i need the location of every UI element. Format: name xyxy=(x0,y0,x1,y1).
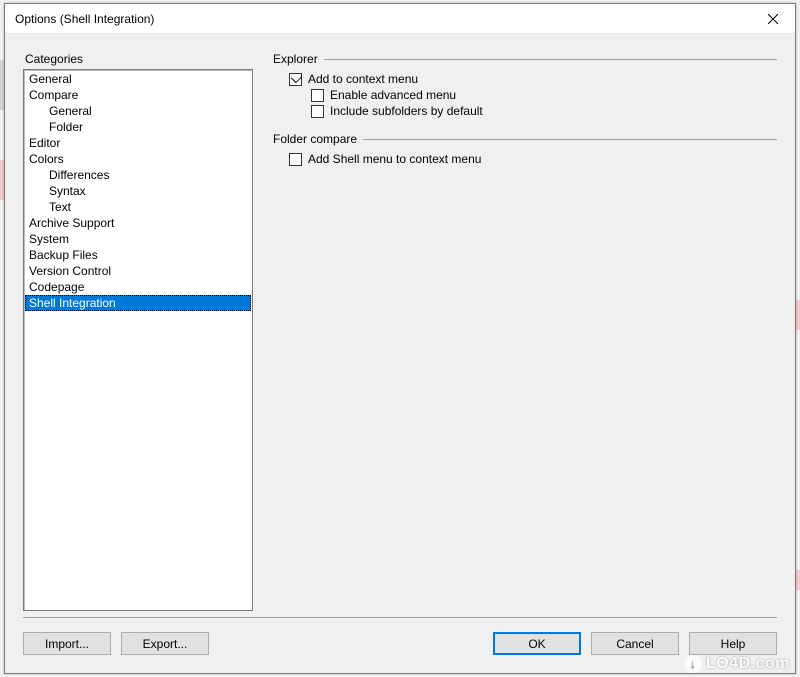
explorer-group: Explorer Add to context menu Enable adva… xyxy=(273,52,777,118)
window-title: Options (Shell Integration) xyxy=(15,12,753,26)
options-dialog: Options (Shell Integration) Categories G… xyxy=(4,3,796,674)
help-button[interactable]: Help xyxy=(689,632,777,655)
folder-compare-group: Folder compare Add Shell menu to context… xyxy=(273,132,777,166)
button-divider xyxy=(23,617,777,618)
include-subfolders-row[interactable]: Include subfolders by default xyxy=(311,104,777,118)
close-icon xyxy=(768,14,778,24)
add-to-context-menu-checkbox[interactable] xyxy=(289,73,302,86)
category-item[interactable]: Codepage xyxy=(25,279,251,295)
watermark-text: LO4D.com xyxy=(706,655,790,673)
watermark: ↓ LO4D.com xyxy=(684,655,790,673)
enable-advanced-menu-label: Enable advanced menu xyxy=(330,88,456,102)
export-button[interactable]: Export... xyxy=(121,632,209,655)
buttons-row: Import... Export... OK Cancel Help xyxy=(23,632,777,673)
category-item[interactable]: Editor xyxy=(25,135,251,151)
category-item[interactable]: Backup Files xyxy=(25,247,251,263)
ok-button[interactable]: OK xyxy=(493,632,581,655)
close-button[interactable] xyxy=(753,5,793,33)
category-item[interactable]: General xyxy=(25,103,251,119)
category-item[interactable]: Folder xyxy=(25,119,251,135)
add-shell-menu-label: Add Shell menu to context menu xyxy=(308,152,481,166)
settings-column: Explorer Add to context menu Enable adva… xyxy=(273,52,777,611)
folder-compare-group-title: Folder compare xyxy=(273,132,363,146)
category-item[interactable]: Archive Support xyxy=(25,215,251,231)
explorer-group-title: Explorer xyxy=(273,52,324,66)
watermark-icon: ↓ xyxy=(684,655,702,673)
include-subfolders-label: Include subfolders by default xyxy=(330,104,483,118)
category-item[interactable]: System xyxy=(25,231,251,247)
category-item[interactable]: General xyxy=(25,71,251,87)
enable-advanced-menu-checkbox[interactable] xyxy=(311,89,324,102)
titlebar: Options (Shell Integration) xyxy=(5,4,795,34)
cancel-button[interactable]: Cancel xyxy=(591,632,679,655)
add-to-context-menu-label: Add to context menu xyxy=(308,72,418,86)
categories-label: Categories xyxy=(23,52,253,66)
dialog-body: Categories GeneralCompareGeneralFolderEd… xyxy=(5,34,795,673)
add-shell-menu-row[interactable]: Add Shell menu to context menu xyxy=(289,152,777,166)
add-to-context-menu-row[interactable]: Add to context menu xyxy=(289,72,777,86)
categories-list[interactable]: GeneralCompareGeneralFolderEditorColorsD… xyxy=(23,69,253,611)
category-item[interactable]: Differences xyxy=(25,167,251,183)
category-item[interactable]: Compare xyxy=(25,87,251,103)
include-subfolders-checkbox[interactable] xyxy=(311,105,324,118)
enable-advanced-menu-row[interactable]: Enable advanced menu xyxy=(311,88,777,102)
category-item[interactable]: Syntax xyxy=(25,183,251,199)
category-item[interactable]: Shell Integration xyxy=(25,295,251,311)
group-divider xyxy=(363,139,777,140)
import-button[interactable]: Import... xyxy=(23,632,111,655)
group-divider xyxy=(324,59,777,60)
categories-column: Categories GeneralCompareGeneralFolderEd… xyxy=(23,52,253,611)
category-item[interactable]: Version Control xyxy=(25,263,251,279)
category-item[interactable]: Colors xyxy=(25,151,251,167)
category-item[interactable]: Text xyxy=(25,199,251,215)
add-shell-menu-checkbox[interactable] xyxy=(289,153,302,166)
